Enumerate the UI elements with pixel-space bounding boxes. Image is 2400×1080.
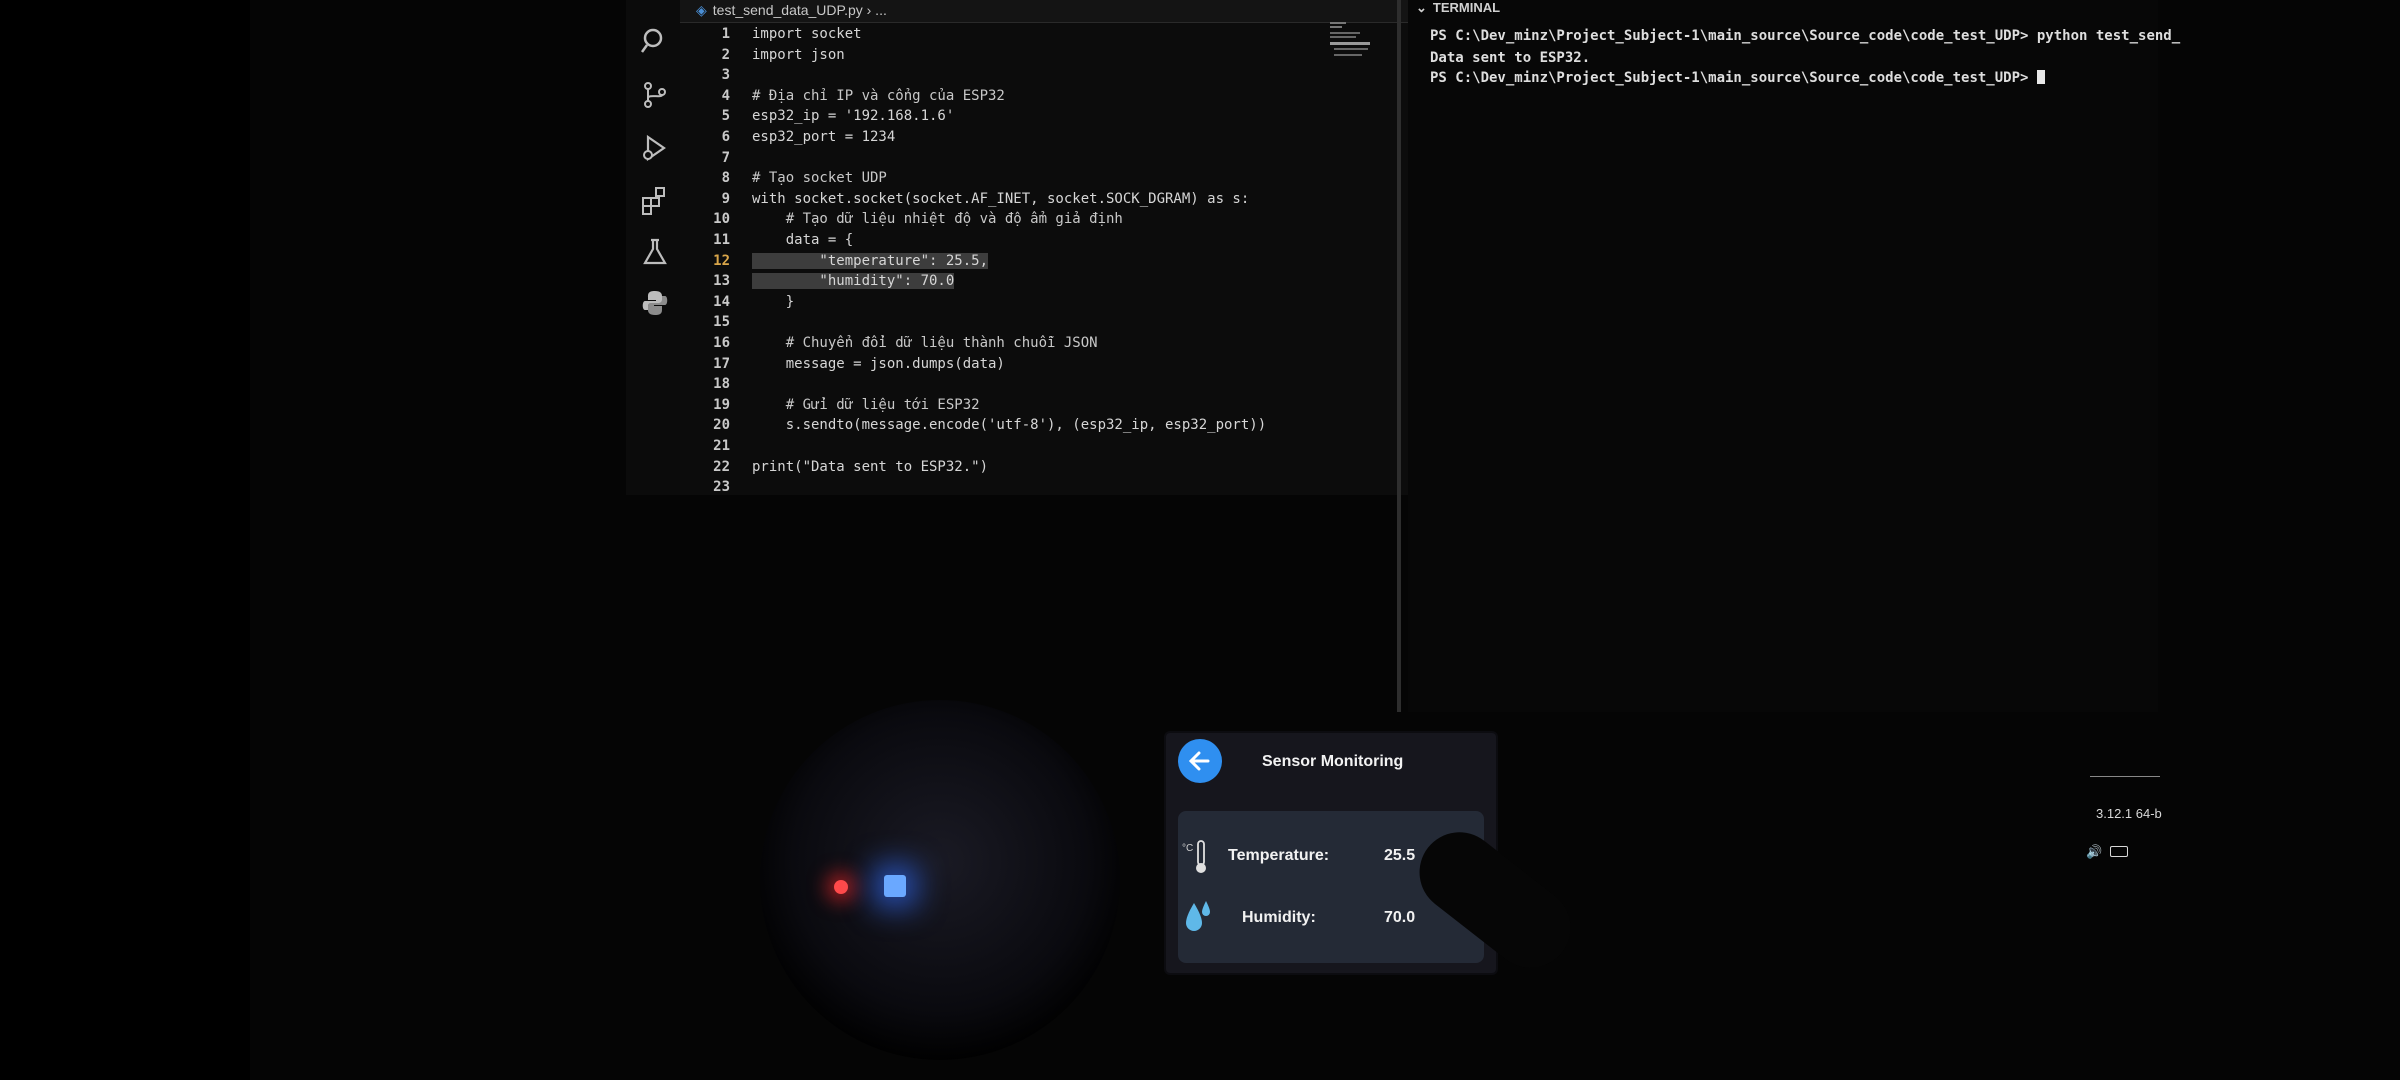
humidity-label: Humidity:: [1242, 909, 1316, 926]
terminal-line: PS C:\Dev_minz\Project_Subject-1\main_so…: [1430, 70, 2045, 86]
terminal-prompt: PS C:\Dev_minz\Project_Subject-1\main_so…: [1430, 70, 2037, 86]
search-icon[interactable]: [640, 26, 670, 56]
humidity-value: 70.0: [1384, 909, 1416, 926]
code-line[interactable]: message = json.dumps(data): [752, 356, 1005, 372]
back-button[interactable]: [1178, 739, 1222, 783]
terminal-line: Data sent to ESP32.: [1430, 50, 1591, 66]
testing-flask-icon[interactable]: [640, 237, 670, 267]
python-version[interactable]: 3.12.1 64-b: [2096, 806, 2162, 821]
tab-bar: ◈ test_send_data_UDP.py › ...: [680, 0, 1408, 23]
code-line[interactable]: import json: [752, 47, 845, 63]
code-line[interactable]: "humidity": 70.0: [752, 273, 955, 290]
red-led: [834, 880, 848, 894]
code-line[interactable]: # Tạo dữ liệu nhiệt độ và độ ẩm giả định: [752, 211, 1123, 227]
thermometer-icon: °C: [1182, 840, 1206, 873]
terminal-title: TERMINAL: [1432, 0, 1501, 15]
terminal-panel[interactable]: ⌄ TERMINAL PS C:\Dev_minz\Project_Subject…: [1408, 0, 2180, 712]
temperature-value: 25.5: [1384, 847, 1416, 864]
terminal-cursor: [2036, 70, 2045, 84]
code-line[interactable]: # Chuyển đổi dữ liệu thành chuỗi JSON: [752, 335, 1098, 351]
code-line[interactable]: print("Data sent to ESP32."): [752, 459, 988, 475]
esp32-board: [760, 700, 1120, 1060]
run-debug-icon[interactable]: [640, 133, 670, 163]
python-icon[interactable]: [640, 288, 670, 318]
code-line[interactable]: s.sendto(message.encode('utf-8'), (esp32…: [752, 417, 1266, 433]
panel-divider[interactable]: [1397, 0, 1401, 712]
arrow-left-icon: [1188, 751, 1210, 771]
code-line[interactable]: # Tạo socket UDP: [752, 170, 887, 186]
extensions-icon[interactable]: [640, 185, 670, 215]
terminal-header[interactable]: ⌄ TERMINAL: [1416, 0, 1500, 16]
code-line[interactable]: # Địa chỉ IP và cổng của ESP32: [752, 88, 1005, 104]
code-line[interactable]: import socket: [752, 26, 862, 42]
code-line[interactable]: data = {: [752, 232, 853, 248]
code-area[interactable]: import socket import json # Địa chỉ IP và …: [680, 26, 1380, 496]
status-divider: [2090, 776, 2160, 777]
tab-label: test_send_data_UDP.py › ...: [712, 2, 887, 18]
battery-icon[interactable]: [2110, 846, 2128, 857]
code-line[interactable]: esp32_port = 1234: [752, 129, 895, 145]
python-file-icon: ◈: [696, 2, 707, 18]
blue-led: [884, 875, 906, 897]
humidity-drop-icon: [1186, 901, 1210, 931]
code-line[interactable]: with socket.socket(socket.AF_INET, socke…: [752, 191, 1249, 207]
screen-title: Sensor Monitoring: [1262, 753, 1404, 770]
code-line[interactable]: }: [752, 294, 794, 310]
chevron-down-icon: ⌄: [1416, 0, 1427, 15]
source-control-icon[interactable]: [640, 80, 670, 110]
volume-icon[interactable]: 🔊: [2086, 844, 2102, 860]
code-editor[interactable]: ◈ test_send_data_UDP.py › ... 1 2 3 4 5 6 7 8 9 10…: [680, 0, 1410, 495]
terminal-line: PS C:\Dev_minz\Project_Subject-1\main_so…: [1430, 28, 2181, 44]
code-line[interactable]: "temperature": 25.5,: [752, 252, 989, 269]
code-line[interactable]: esp32_ip = '192.168.1.6': [752, 108, 954, 124]
code-line[interactable]: # Gửi dữ liệu tới ESP32: [752, 397, 980, 413]
activity-bar: [626, 0, 684, 495]
temperature-label: Temperature:: [1228, 847, 1330, 864]
svg-text:°C: °C: [1182, 843, 1193, 854]
editor-tab[interactable]: ◈ test_send_data_UDP.py › ...: [696, 2, 887, 19]
